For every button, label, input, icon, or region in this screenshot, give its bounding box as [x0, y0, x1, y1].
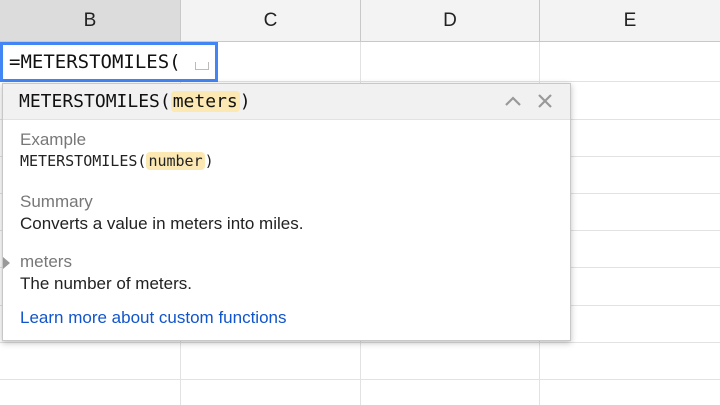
column-header-e[interactable]: E [540, 0, 720, 42]
signature-prefix: METERSTOMILES( [19, 91, 171, 112]
signature-suffix: ) [239, 91, 251, 112]
function-help-tooltip: METERSTOMILES(meters) Example METERSTOMI… [2, 83, 571, 341]
column-header-label: B [83, 9, 97, 31]
example-param: number [146, 152, 205, 170]
cell-formula-text: =METERSTOMILES( [9, 51, 181, 73]
summary-text: Converts a value in meters into miles. [20, 214, 304, 233]
active-cell-editor[interactable]: =METERSTOMILES( [0, 42, 218, 82]
column-header-label: D [443, 9, 457, 31]
chevron-up-icon[interactable] [502, 90, 524, 112]
close-icon[interactable] [534, 90, 556, 112]
example-suffix: ) [204, 152, 214, 170]
learn-more-link[interactable]: Learn more about custom functions [20, 308, 286, 328]
column-header-b[interactable]: B [0, 0, 181, 42]
space-marker-icon [194, 62, 209, 70]
column-header-c[interactable]: C [181, 0, 361, 42]
param-description: The number of meters. [20, 274, 192, 293]
example-label: Example [20, 130, 87, 149]
column-header-label: C [263, 9, 278, 31]
column-header-label: E [623, 9, 637, 31]
grid-line [0, 342, 720, 343]
summary-label: Summary [20, 192, 93, 211]
example-usage: METERSTOMILES(number) [20, 152, 214, 170]
caret-right-icon [3, 257, 10, 269]
column-header-d[interactable]: D [361, 0, 540, 42]
param-name: meters [20, 252, 72, 271]
popup-controls [502, 90, 556, 112]
function-signature: METERSTOMILES(meters) [3, 84, 570, 120]
signature-param: meters [170, 91, 240, 112]
grid-line [0, 379, 720, 380]
example-prefix: METERSTOMILES( [20, 152, 147, 170]
